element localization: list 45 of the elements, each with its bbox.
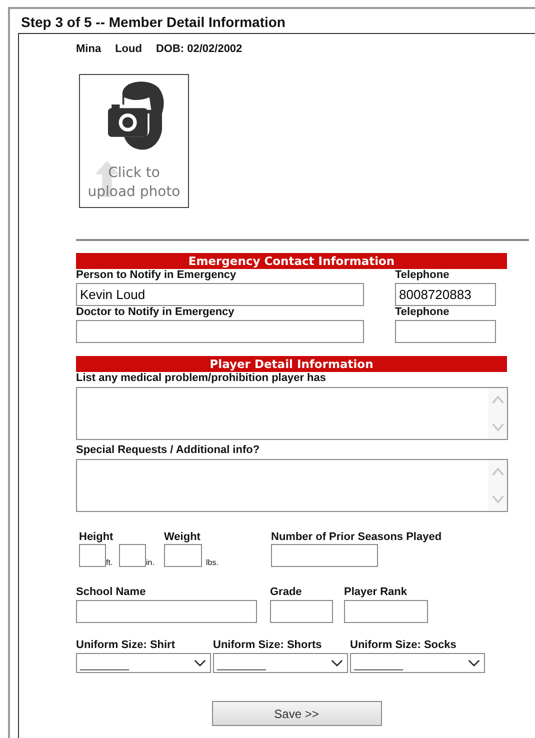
chevron-down-icon bbox=[468, 659, 480, 667]
field-label: Uniform Size: Shirt bbox=[76, 639, 176, 651]
field-label: Grade bbox=[270, 586, 303, 598]
field-label: Special Requests / Additional info? bbox=[76, 444, 261, 456]
field-label: Telephone bbox=[395, 306, 450, 318]
field-label: Doctor to Notify in Emergency bbox=[76, 306, 236, 318]
last-name: Loud bbox=[115, 43, 142, 57]
chevron-down-icon bbox=[194, 659, 206, 667]
chevron-down-icon bbox=[331, 659, 343, 667]
field-label: Number of Prior Seasons Played bbox=[271, 531, 442, 543]
field-label: Uniform Size: Socks bbox=[350, 639, 458, 651]
save-button[interactable]: Save >> bbox=[212, 701, 382, 726]
unit-label: lbs. bbox=[206, 558, 219, 567]
height-inches-field[interactable] bbox=[119, 544, 146, 567]
weight-field[interactable] bbox=[164, 544, 202, 567]
field-label: Telephone bbox=[395, 269, 450, 281]
telephone-field[interactable]: 8008720883 bbox=[395, 283, 496, 306]
field-label: Player Rank bbox=[344, 586, 408, 598]
section-header: Player Detail Information bbox=[76, 356, 507, 372]
grade-field[interactable] bbox=[270, 600, 333, 623]
field-label: List any medical problem/prohibition player has bbox=[76, 372, 327, 384]
upload-caption: upload photo bbox=[88, 183, 180, 202]
school-name-field[interactable] bbox=[76, 600, 257, 623]
upload-photo-button[interactable]: Click to upload photo bbox=[79, 74, 189, 208]
field-label: School Name bbox=[76, 586, 147, 598]
size-dropdown[interactable]: ________ bbox=[350, 653, 485, 673]
field-label: Weight bbox=[164, 531, 202, 543]
date-of-birth: DOB: 02/02/2002 bbox=[156, 43, 242, 57]
page-title: Step 3 of 5 -- Member Detail Information bbox=[21, 13, 286, 32]
telephone-field[interactable] bbox=[395, 320, 496, 343]
field-label: Uniform Size: Shorts bbox=[213, 639, 323, 651]
size-dropdown[interactable]: ________ bbox=[213, 653, 348, 673]
upload-caption: Click to bbox=[108, 164, 160, 183]
field-label: Height bbox=[79, 531, 114, 543]
first-name: Mina bbox=[76, 43, 102, 57]
contact-name-field[interactable] bbox=[76, 320, 364, 343]
size-dropdown[interactable]: ________ bbox=[76, 653, 211, 673]
field-label: Person to Notify in Emergency bbox=[76, 269, 238, 281]
seasons-field[interactable] bbox=[271, 544, 378, 567]
unit-label: in. bbox=[146, 558, 156, 567]
section-header: Emergency Contact Information bbox=[76, 253, 507, 269]
height-feet-field[interactable] bbox=[79, 544, 106, 567]
player-rank-field[interactable] bbox=[344, 600, 428, 623]
unit-label: ft. bbox=[106, 558, 114, 567]
contact-name-field[interactable]: Kevin Loud bbox=[76, 283, 364, 306]
